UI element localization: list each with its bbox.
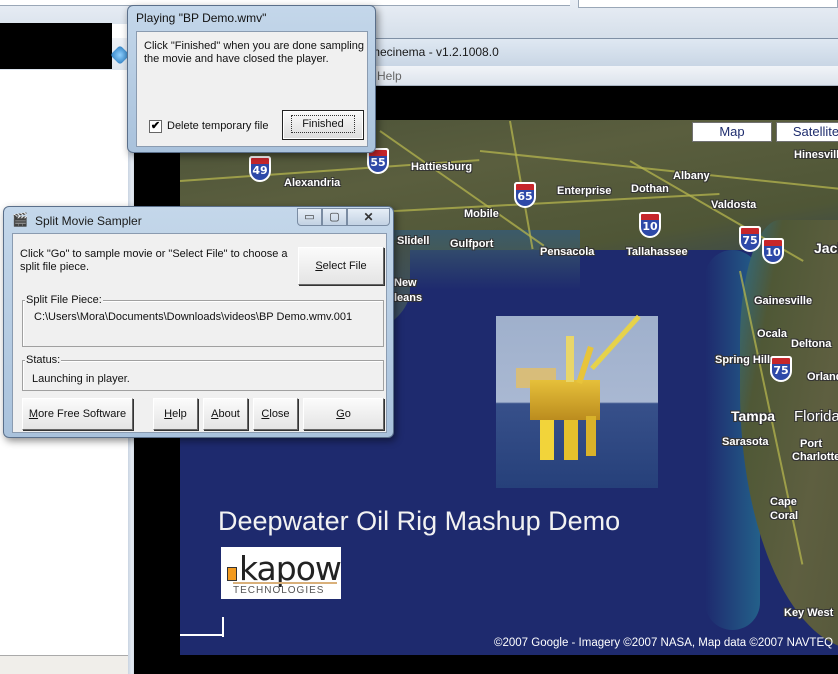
- city-label: Gainesville: [754, 295, 813, 307]
- city-label: Key West: [784, 607, 834, 619]
- city-label: Ocala: [757, 328, 787, 340]
- map-copyright: ©2007 Google - Imagery ©2007 NASA, Map d…: [494, 637, 834, 649]
- close-button[interactable]: Close: [253, 398, 298, 430]
- about-button[interactable]: About: [203, 398, 248, 430]
- rig-derrick: [566, 336, 574, 382]
- accel-key: H: [164, 408, 173, 420]
- map-scale-bar: [180, 634, 224, 636]
- rig-deck: [530, 380, 600, 420]
- rig-leg: [586, 416, 596, 456]
- city-label: Spring Hill: [715, 354, 770, 366]
- city-label: Sarasota: [722, 436, 769, 448]
- button-label: bout: [218, 408, 240, 420]
- split-file-piece-label: Split File Piece:: [25, 294, 103, 306]
- city-label: Jack: [814, 240, 838, 256]
- select-file-button[interactable]: Select File: [298, 247, 384, 285]
- button-label: elect File: [322, 260, 367, 272]
- rig-leg: [564, 420, 578, 460]
- split-file-piece-group: Split File Piece: C:\Users\Mora\Document…: [22, 294, 384, 347]
- city-label: Deltona: [791, 338, 832, 350]
- city-label: Port: [800, 438, 822, 450]
- playing-dialog-body: Click "Finished" when you are done sampl…: [136, 31, 368, 147]
- kapow-logo: kapow TECHNOLOGIES: [221, 547, 342, 599]
- background-status-strip: [0, 655, 130, 674]
- rig-leg: [540, 420, 554, 460]
- menu-help[interactable]: Help: [377, 69, 402, 83]
- city-label: Hattiesburg: [411, 161, 473, 173]
- close-window-button[interactable]: ✕: [347, 208, 390, 226]
- app-icon: 🎬: [12, 212, 29, 227]
- playing-dialog-message: Click "Finished" when you are done sampl…: [144, 40, 364, 65]
- interstate-shield: 65: [514, 182, 536, 208]
- city-label: Gulfport: [450, 238, 494, 250]
- city-label: Slidell: [397, 235, 430, 247]
- city-label: Coral: [770, 510, 799, 522]
- help-button[interactable]: Help: [153, 398, 198, 430]
- interstate-shield: 49: [249, 156, 271, 182]
- city-label: Dothan: [631, 183, 669, 195]
- kapow-logo-mark-icon: [227, 567, 237, 581]
- button-label: lose: [269, 408, 290, 420]
- more-free-software-button[interactable]: More Free Software: [22, 398, 133, 430]
- status-text: Launching in player.: [32, 373, 130, 385]
- map-type-satellite-button[interactable]: Satellite: [776, 122, 838, 142]
- city-label: Albany: [673, 170, 710, 182]
- delete-temp-file-label[interactable]: Delete temporary file: [167, 120, 269, 132]
- go-button[interactable]: Go: [303, 398, 384, 430]
- status-label: Status:: [25, 354, 62, 366]
- background-redacted-bar: [0, 23, 112, 69]
- city-label: Tallahassee: [626, 246, 688, 258]
- city-label: Charlotte: [792, 451, 838, 463]
- accel-key: G: [336, 408, 345, 420]
- kapow-logo-rule: [233, 582, 337, 584]
- city-label: Alexandria: [284, 177, 341, 189]
- split-movie-sampler-dialog: 🎬 Split Movie Sampler ▭ ▢ ✕ Click "Go" t…: [3, 206, 394, 438]
- maximize-button[interactable]: ▢: [322, 208, 347, 226]
- split-dialog-message: Click "Go" to sample movie or "Select Fi…: [20, 248, 288, 273]
- button-label: elp: [172, 408, 187, 420]
- city-label: Hinesville: [794, 149, 838, 161]
- map-scale-tick: [222, 617, 224, 637]
- accel-key: M: [28, 408, 39, 420]
- button-label: ore Free Software: [38, 408, 127, 420]
- interstate-shield: 75: [739, 226, 761, 252]
- playing-dialog-title: Playing "BP Demo.wmv": [136, 11, 267, 25]
- accel-key: S: [315, 260, 323, 272]
- finished-button[interactable]: Finished: [282, 110, 364, 140]
- city-label: Valdosta: [711, 199, 757, 211]
- interstate-shield: 10: [762, 238, 784, 264]
- rig-crane: [590, 314, 641, 371]
- city-label: Enterprise: [557, 185, 612, 197]
- state-label: Florida: [794, 408, 838, 425]
- city-label: New: [394, 277, 417, 289]
- city-label: Cape: [770, 496, 797, 508]
- button-label: o: [344, 408, 351, 420]
- finished-button-label: Finished: [291, 115, 355, 133]
- minimize-button[interactable]: ▭: [297, 208, 322, 226]
- media-player-title: mecinema - v1.2.1008.0: [370, 45, 499, 59]
- video-title: Deepwater Oil Rig Mashup Demo: [218, 506, 621, 536]
- oil-rig-photo: [496, 314, 658, 488]
- delete-temp-file-checkbox[interactable]: ✔: [149, 120, 162, 133]
- split-dialog-body: Click "Go" to sample movie or "Select Fi…: [12, 233, 387, 433]
- city-label: Orland: [807, 371, 838, 383]
- city-label: Pensacola: [540, 246, 595, 258]
- city-label: Mobile: [464, 208, 499, 220]
- map-type-map-button[interactable]: Map: [692, 122, 772, 142]
- status-group: Status: Launching in player.: [22, 354, 384, 391]
- background-search-box[interactable]: [578, 0, 838, 8]
- city-label: Tampa: [731, 408, 776, 424]
- split-file-path: C:\Users\Mora\Documents\Downloads\videos…: [34, 311, 353, 323]
- kapow-logo-subtitle: TECHNOLOGIES: [233, 585, 325, 596]
- interstate-shield: 75: [770, 356, 792, 382]
- playing-dialog: Playing "BP Demo.wmv" Click "Finished" w…: [127, 5, 376, 153]
- city-label: leans: [394, 292, 423, 304]
- split-dialog-title: Split Movie Sampler: [35, 214, 142, 228]
- interstate-shield: 10: [639, 212, 661, 238]
